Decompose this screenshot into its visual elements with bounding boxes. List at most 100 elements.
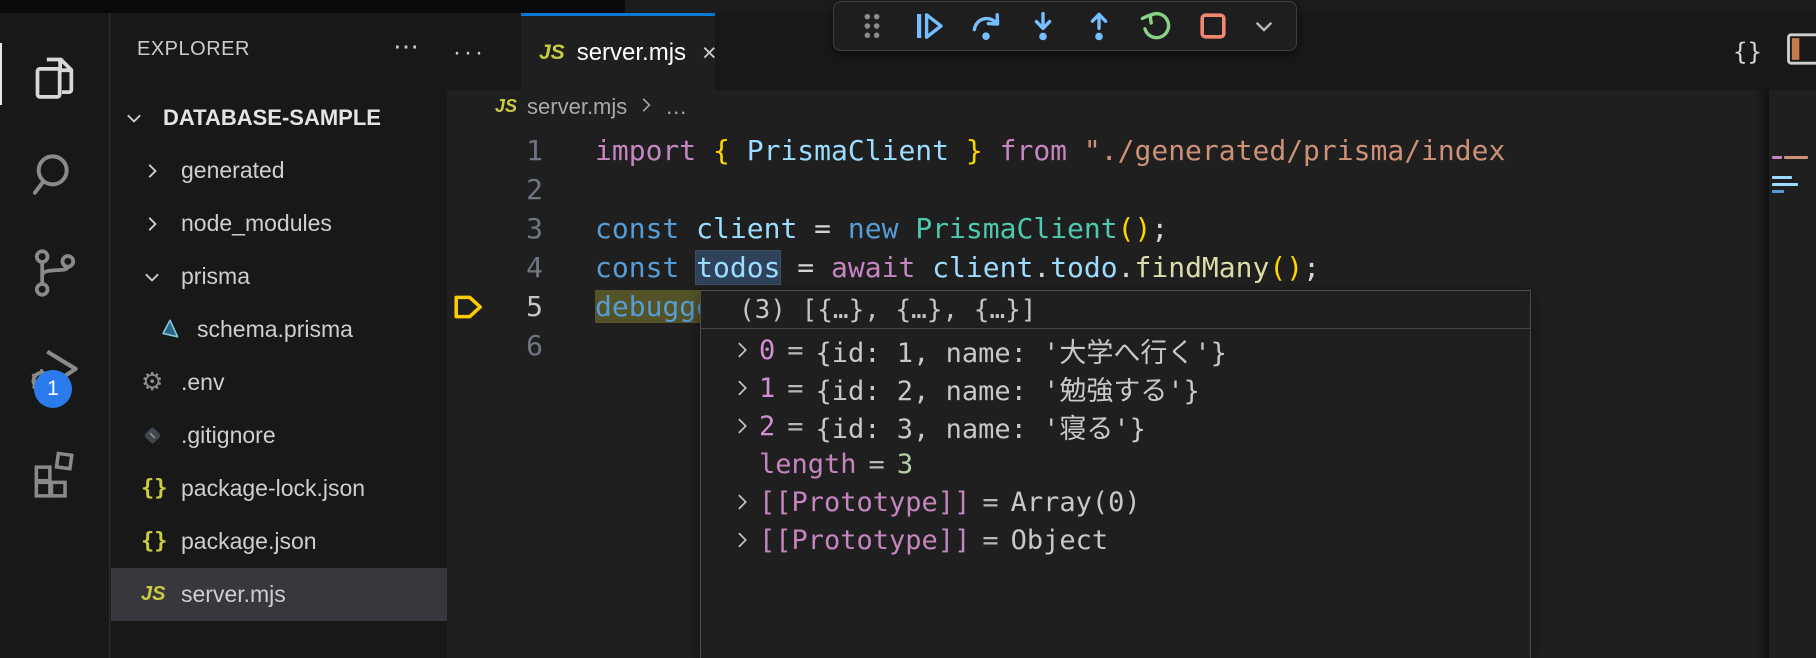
tree-item-.env[interactable]: ⚙.env [111, 356, 447, 409]
code-line-1[interactable]: 1import { PrismaClient } from "./generat… [447, 131, 1816, 170]
expand-chevron-icon[interactable] [725, 378, 759, 398]
variable-name: length [759, 449, 857, 480]
braces-icon: {} [141, 529, 177, 554]
tree-item-package-lock.json[interactable]: {}package-lock.json [111, 462, 447, 515]
minimap[interactable] [1769, 90, 1816, 658]
chev-down-icon [141, 266, 177, 288]
code-token: import [595, 134, 713, 167]
more-actions-icon[interactable]: ⋯ [393, 31, 421, 62]
braces-action-icon[interactable]: {} [1733, 38, 1762, 66]
line-number: 4 [526, 248, 543, 287]
tree-item-.gitignore[interactable]: .gitignore [111, 409, 447, 462]
code-token: ; [1151, 212, 1168, 245]
file-label: package-lock.json [181, 475, 365, 502]
js-icon: JS [141, 583, 177, 606]
variable-row-0[interactable]: 0={id: 1, name: '大学へ行く'} [701, 331, 1530, 369]
sidebar-item-extensions[interactable] [0, 427, 110, 519]
sidebar-item-run-debug[interactable]: 1 [0, 325, 110, 417]
tab-server-mjs[interactable]: JS server.mjs × [521, 13, 715, 90]
step-out-button[interactable] [1079, 6, 1119, 46]
gutter[interactable]: 1 [447, 131, 595, 170]
gutter[interactable]: 2 [447, 170, 595, 209]
gutter[interactable]: 5 [447, 287, 595, 326]
code-token: PrismaClient [915, 212, 1117, 245]
variable-name: 2 [759, 411, 775, 442]
code-token: todo [1050, 251, 1117, 284]
tree-item-node_modules[interactable]: node_modules [111, 197, 447, 250]
file-label: .gitignore [181, 422, 276, 449]
tree-item-schema.prisma[interactable]: schema.prisma [111, 303, 447, 356]
debug-hover-popup: (3) [{…}, {…}, {…}] 0={id: 1, name: '大学へ… [700, 290, 1531, 658]
editor-actions: {} [1733, 13, 1816, 90]
tab-label: server.mjs [577, 39, 686, 67]
code-line-4[interactable]: 4 const todos = await client.todo.findMan… [447, 248, 1816, 287]
debug-session-dropdown-icon[interactable] [1250, 6, 1278, 46]
popup-value-preview: (3) [{…}, {…}, {…}] [701, 291, 1530, 329]
activity-bar: 1 [0, 13, 110, 658]
file-label: prisma [181, 263, 250, 290]
line-number: 3 [526, 209, 543, 248]
git-icon [141, 424, 177, 447]
variable-row-[[Prototype]][interactable]: [[Prototype]]=Object [701, 521, 1530, 559]
split-editor-icon[interactable] [1786, 32, 1816, 71]
tree-item-prisma[interactable]: prisma [111, 250, 447, 303]
code-token: { [713, 134, 730, 167]
expand-chevron-icon[interactable] [725, 492, 759, 512]
variable-row-1[interactable]: 1={id: 2, name: '勉強する'} [701, 369, 1530, 407]
breadcrumb[interactable]: JS server.mjs … [447, 90, 1816, 123]
line-number: 6 [526, 326, 543, 365]
gutter[interactable]: 3 [447, 209, 595, 248]
vscode-window: 1 EXPLORER ⋯ DATABASE-SAMPLE generated nod… [0, 0, 1816, 658]
breadcrumb-file[interactable]: server.mjs [527, 94, 627, 120]
file-label: schema.prisma [197, 316, 353, 343]
code-line-3[interactable]: 3const client = new PrismaClient(); [447, 209, 1816, 248]
continue-button[interactable] [909, 6, 949, 46]
sidebar-item-explorer[interactable] [0, 31, 110, 123]
tab-overflow-dots[interactable]: ··· [453, 39, 486, 67]
drag-grip-icon[interactable] [852, 6, 892, 46]
step-into-button[interactable] [1023, 6, 1063, 46]
code-line-2[interactable]: 2 [447, 170, 1816, 209]
code-token: ( [1118, 212, 1135, 245]
tree-item-DATABASE-SAMPLE[interactable]: DATABASE-SAMPLE [111, 91, 447, 144]
expand-chevron-icon[interactable] [725, 416, 759, 436]
restart-button[interactable] [1136, 6, 1176, 46]
code-token: . [1118, 251, 1135, 284]
code-token: client [932, 251, 1033, 284]
tree-item-server.mjs[interactable]: JSserver.mjs [111, 568, 447, 621]
sidebar-item-source-control[interactable] [0, 227, 110, 319]
tree-item-generated[interactable]: generated [111, 144, 447, 197]
explorer-sidebar: EXPLORER ⋯ DATABASE-SAMPLE generated node_… [111, 13, 447, 658]
files-icon [27, 49, 83, 105]
variable-value: {id: 3, name: '寝る'} [816, 407, 1146, 446]
equals-sign: = [775, 335, 815, 366]
step-over-button[interactable] [966, 6, 1006, 46]
equals-sign: = [775, 411, 815, 442]
variable-value: Array(0) [1011, 487, 1141, 518]
code-text: const todos = await client.todo.findMany… [595, 248, 1320, 287]
expand-chevron-icon[interactable] [725, 530, 759, 550]
explorer-header: EXPLORER ⋯ [111, 13, 447, 85]
expand-chevron-icon[interactable] [725, 340, 759, 360]
file-label: generated [181, 157, 285, 184]
js-file-icon: JS [539, 41, 565, 65]
tree-item-package.json[interactable]: {}package.json [111, 515, 447, 568]
variable-row-length[interactable]: length=3 [701, 445, 1530, 483]
variable-row-2[interactable]: 2={id: 3, name: '寝る'} [701, 407, 1530, 445]
equals-sign: = [970, 487, 1010, 518]
code-token: } [966, 134, 983, 167]
tab-close-icon[interactable]: × [702, 39, 717, 68]
breadcrumb-more[interactable]: … [665, 94, 687, 120]
minimap-shadow [1755, 90, 1769, 658]
variable-name: 1 [759, 373, 775, 404]
sidebar-item-search[interactable] [0, 129, 110, 221]
equals-sign: = [970, 525, 1010, 556]
equals-sign: = [775, 373, 815, 404]
gutter[interactable]: 4 [447, 248, 595, 287]
variable-row-[[Prototype]][interactable]: [[Prototype]]=Array(0) [701, 483, 1530, 521]
file-label: .env [181, 369, 224, 396]
gutter[interactable]: 6 [447, 326, 595, 365]
variable-value: {id: 1, name: '大学へ行く'} [816, 331, 1227, 370]
stop-button[interactable] [1193, 6, 1233, 46]
variable-value: {id: 2, name: '勉強する'} [816, 369, 1200, 408]
